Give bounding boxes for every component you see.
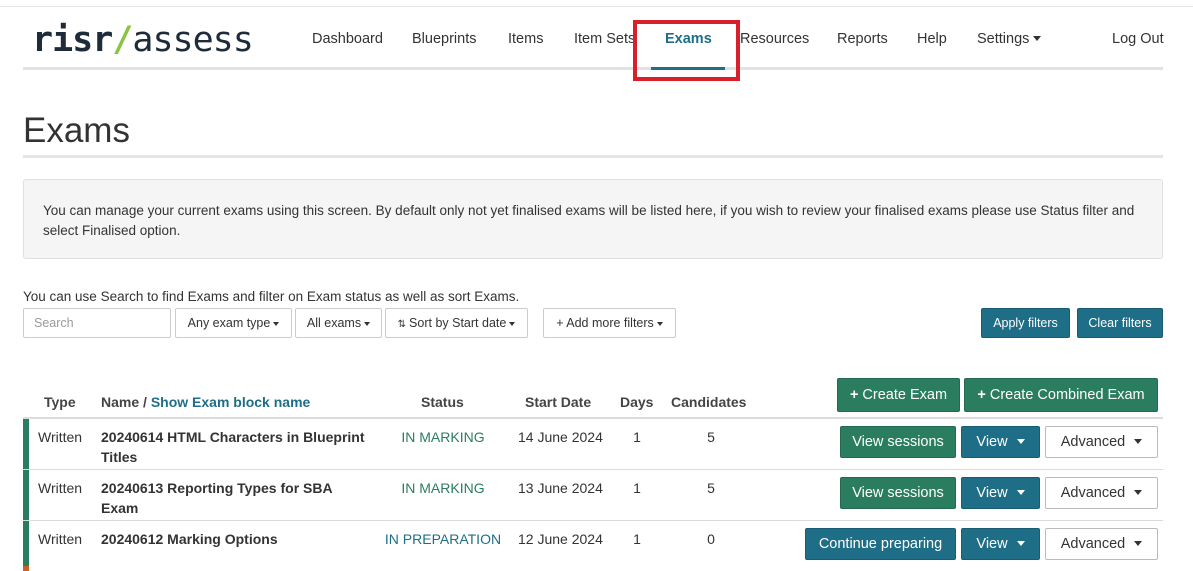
column-header-start-date: Start Date (525, 394, 592, 410)
search-input[interactable] (23, 308, 171, 338)
table-row: Written 20240613 Reporting Types for SBA… (23, 470, 1163, 521)
candidates-count: 5 (707, 429, 715, 445)
advanced-label: Advanced (1060, 434, 1126, 450)
nav-resources[interactable]: Resources (740, 30, 809, 48)
chevron-down-icon (509, 322, 516, 326)
status-badge: IN PREPARATION (384, 531, 502, 547)
exam-status-label: All exams (306, 316, 362, 330)
create-combined-exam-label: Create Combined Exam (989, 387, 1145, 403)
nav-dashboard[interactable]: Dashboard (312, 30, 383, 48)
chevron-down-icon (273, 322, 280, 326)
nav-divider (23, 67, 1163, 70)
create-exam-label: Create Exam (862, 387, 948, 403)
advanced-label: Advanced (1060, 536, 1126, 552)
nav-items[interactable]: Items (508, 30, 543, 48)
column-header-name-label: Name / (101, 394, 147, 410)
nav-blueprints[interactable]: Blueprints (412, 30, 476, 48)
days: 1 (633, 531, 641, 547)
exam-type: Written (38, 429, 83, 445)
highlight-annotation (633, 20, 740, 81)
candidates-count: 5 (707, 480, 715, 496)
candidates-count: 0 (707, 531, 715, 547)
info-panel: You can manage your current exams using … (23, 179, 1163, 259)
table-row: Written 20240614 HTML Characters in Blue… (23, 419, 1163, 470)
view-label: View (976, 536, 1008, 552)
plus-icon: + (977, 387, 986, 403)
view-sessions-button[interactable]: View sessions (840, 426, 956, 458)
start-date: 12 June 2024 (518, 531, 603, 547)
chevron-down-icon (1033, 36, 1042, 41)
status-badge: IN MARKING (401, 429, 485, 445)
start-date: 14 June 2024 (518, 429, 603, 445)
table-row: Written 20240612 Marking Options IN PREP… (23, 521, 1163, 566)
column-header-candidates: Candidates (671, 394, 747, 410)
status-badge: IN MARKING (401, 480, 485, 496)
view-dropdown-button[interactable]: View (961, 528, 1040, 560)
sort-label: Sort by Start date (409, 316, 507, 330)
nav-settings-label: Settings (977, 31, 1030, 47)
page-title: Exams (23, 111, 130, 150)
column-header-name: Name / Show Exam block name (101, 394, 310, 410)
chevron-down-icon (1134, 439, 1143, 444)
advanced-label: Advanced (1060, 485, 1126, 501)
next-row-status-accent (23, 566, 29, 571)
view-dropdown-button[interactable]: View (961, 477, 1040, 509)
days: 1 (633, 429, 641, 445)
column-header-days: Days (620, 394, 654, 410)
chevron-down-icon (1016, 541, 1025, 546)
chevron-down-icon (1134, 541, 1143, 546)
exam-name: 20240613 Reporting Types for SBA Exam (101, 480, 333, 516)
title-divider (23, 155, 1163, 158)
column-header-type: Type (44, 394, 76, 410)
add-more-filters-dropdown[interactable]: + Add more filters (543, 308, 676, 338)
nav-settings-dropdown[interactable]: Settings (977, 30, 1042, 48)
row-status-accent (23, 470, 29, 520)
exam-type-label: Any exam type (187, 316, 271, 330)
exam-type-dropdown[interactable]: Any exam type (175, 308, 292, 338)
view-sessions-button[interactable]: View sessions (840, 477, 956, 509)
create-combined-exam-button[interactable]: + Create Combined Exam (964, 378, 1158, 412)
view-label: View (976, 434, 1008, 450)
chevron-down-icon (656, 322, 663, 326)
chevron-down-icon (1016, 439, 1025, 444)
row-status-accent (23, 419, 29, 469)
exam-name: 20240612 Marking Options (101, 531, 278, 547)
days: 1 (633, 480, 641, 496)
exam-status-dropdown[interactable]: All exams (295, 308, 382, 338)
view-dropdown-button[interactable]: View (961, 426, 1040, 458)
top-border (0, 6, 1193, 7)
create-exam-button[interactable]: + Create Exam (837, 378, 960, 412)
nav-reports[interactable]: Reports (837, 30, 888, 48)
advanced-dropdown-button[interactable]: Advanced (1045, 477, 1158, 509)
chevron-down-icon (364, 322, 371, 326)
start-date: 13 June 2024 (518, 480, 603, 496)
exam-type: Written (38, 531, 83, 547)
nav-logout[interactable]: Log Out (1112, 30, 1164, 48)
apply-filters-button[interactable]: Apply filters (981, 308, 1070, 338)
plus-icon: + (849, 387, 859, 403)
info-text: You can manage your current exams using … (43, 203, 1135, 238)
nav-item-sets[interactable]: Item Sets (574, 30, 635, 48)
row-status-accent (23, 521, 29, 566)
advanced-dropdown-button[interactable]: Advanced (1045, 528, 1158, 560)
sort-dropdown[interactable]: ⇅ Sort by Start date (385, 308, 528, 338)
advanced-dropdown-button[interactable]: Advanced (1045, 426, 1158, 458)
view-label: View (976, 485, 1008, 501)
clear-filters-button[interactable]: Clear filters (1077, 308, 1163, 338)
chevron-down-icon (1134, 490, 1143, 495)
exam-type: Written (38, 480, 83, 496)
show-exam-block-name-link[interactable]: Show Exam block name (151, 394, 311, 410)
continue-preparing-button[interactable]: Continue preparing (805, 528, 956, 560)
sort-icon: ⇅ (397, 319, 407, 330)
search-hint: You can use Search to find Exams and fil… (23, 289, 520, 304)
chevron-down-icon (1016, 490, 1025, 495)
column-header-status: Status (421, 394, 464, 410)
nav-help[interactable]: Help (917, 30, 947, 48)
add-more-filters-label: + Add more filters (556, 316, 654, 330)
risr-assess-logo[interactable]: risr/assess (32, 20, 254, 60)
exam-name: 20240614 HTML Characters in Blueprint Ti… (101, 429, 365, 465)
